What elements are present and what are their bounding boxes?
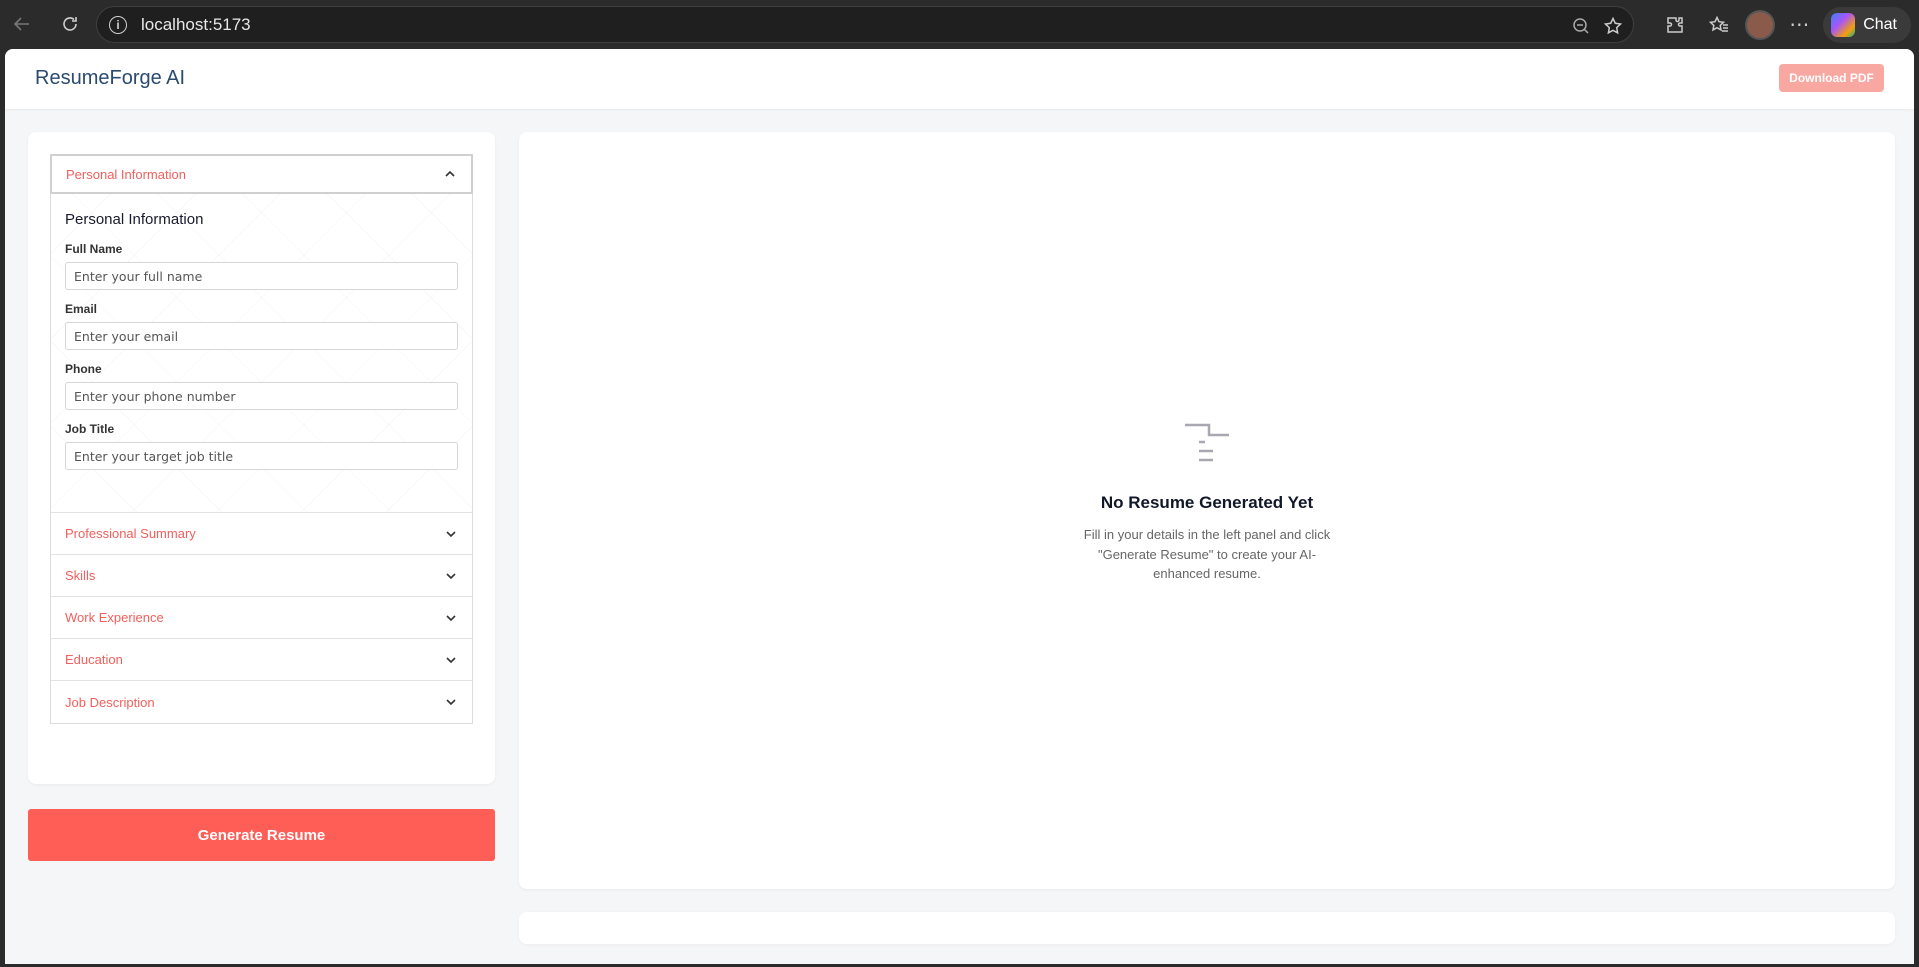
- download-pdf-button[interactable]: Download PDF: [1779, 64, 1884, 92]
- browser-toolbar: i localhost:5173 ⋯ Chat: [0, 0, 1919, 49]
- copilot-chat-button[interactable]: Chat: [1823, 6, 1911, 43]
- section-heading: Personal Information: [65, 211, 204, 228]
- accordion-professional-summary: Professional Summary: [51, 513, 472, 555]
- empty-state-title: No Resume Generated Yet: [1100, 493, 1314, 512]
- field-label: Job Title: [65, 422, 115, 436]
- chevron-down-icon: [446, 614, 456, 621]
- personal-information-form: Personal Information Full Name Email Pho…: [51, 193, 472, 513]
- field-label: Phone: [65, 362, 102, 376]
- preview-footer-panel: [519, 912, 1895, 944]
- url-text: localhost:5173: [141, 14, 251, 34]
- address-bar[interactable]: i localhost:5173: [96, 6, 1634, 43]
- field-email: Email: [65, 302, 458, 350]
- chevron-down-icon: [446, 530, 456, 537]
- field-job-title: Job Title: [65, 422, 458, 470]
- reload-icon[interactable]: [52, 6, 88, 42]
- copilot-icon: [1831, 12, 1856, 37]
- chevron-up-icon: [445, 170, 455, 177]
- field-full-name: Full Name: [65, 242, 458, 290]
- email-input[interactable]: [65, 322, 458, 350]
- empty-state: No Resume Generated Yet Fill in your det…: [519, 422, 1895, 584]
- accordion-job-description: Job Description: [51, 681, 472, 723]
- profile-avatar[interactable]: [1745, 9, 1776, 40]
- chevron-down-icon: [446, 699, 456, 706]
- phone-input[interactable]: [65, 382, 458, 410]
- accordion-title: Skills: [65, 568, 96, 583]
- document-lines-icon: [1185, 423, 1229, 462]
- accordion-header-work-experience[interactable]: Work Experience: [51, 597, 472, 639]
- accordion-header-job-description[interactable]: Job Description: [51, 681, 472, 723]
- favorite-star-icon[interactable]: [1603, 16, 1623, 36]
- extensions-icon[interactable]: [1657, 15, 1693, 35]
- accordion-title: Job Description: [65, 694, 155, 710]
- accordion-header-skills[interactable]: Skills: [51, 555, 472, 597]
- accordion-title: Professional Summary: [65, 526, 196, 541]
- generate-resume-button[interactable]: Generate Resume: [28, 809, 495, 861]
- resume-preview-panel: No Resume Generated Yet Fill in your det…: [519, 132, 1895, 889]
- empty-state-description: Fill in your details in the left panel a…: [1083, 527, 1331, 581]
- accordion-title: Education: [65, 652, 123, 667]
- accordion-education: Education: [51, 639, 472, 681]
- chevron-down-icon: [446, 656, 456, 663]
- brand-logo: ResumeForge AI: [35, 67, 186, 89]
- accordion-header-education[interactable]: Education: [51, 639, 472, 681]
- full-name-input[interactable]: [65, 262, 458, 290]
- site-info-icon[interactable]: i: [109, 15, 127, 34]
- job-title-input[interactable]: [65, 442, 458, 470]
- accordion-work-experience: Work Experience: [51, 597, 472, 639]
- form-accordion: Personal Information Personal Informatio…: [50, 154, 473, 724]
- back-icon[interactable]: [4, 6, 40, 42]
- form-panel: Personal Information Personal Informatio…: [28, 132, 495, 784]
- favorites-icon[interactable]: [1701, 15, 1737, 35]
- chevron-down-icon: [446, 572, 456, 579]
- accordion-personal-information: Personal Information Personal Informatio…: [50, 154, 473, 513]
- more-options-icon[interactable]: ⋯: [1783, 12, 1815, 37]
- chat-label: Chat: [1863, 15, 1897, 33]
- accordion-skills: Skills: [51, 555, 472, 597]
- field-phone: Phone: [65, 362, 458, 410]
- app-page: ResumeForge AI Download PDF Personal Inf…: [5, 49, 1914, 964]
- accordion-header-personal-information[interactable]: Personal Information: [50, 154, 473, 194]
- field-label: Email: [65, 302, 98, 316]
- field-label: Full Name: [65, 242, 123, 256]
- zoom-out-icon[interactable]: [1571, 16, 1591, 36]
- accordion-title: Work Experience: [65, 610, 164, 625]
- accordion-title: Personal Information: [66, 166, 186, 182]
- accordion-header-professional-summary[interactable]: Professional Summary: [51, 513, 472, 555]
- app-header: ResumeForge AI Download PDF: [5, 49, 1914, 109]
